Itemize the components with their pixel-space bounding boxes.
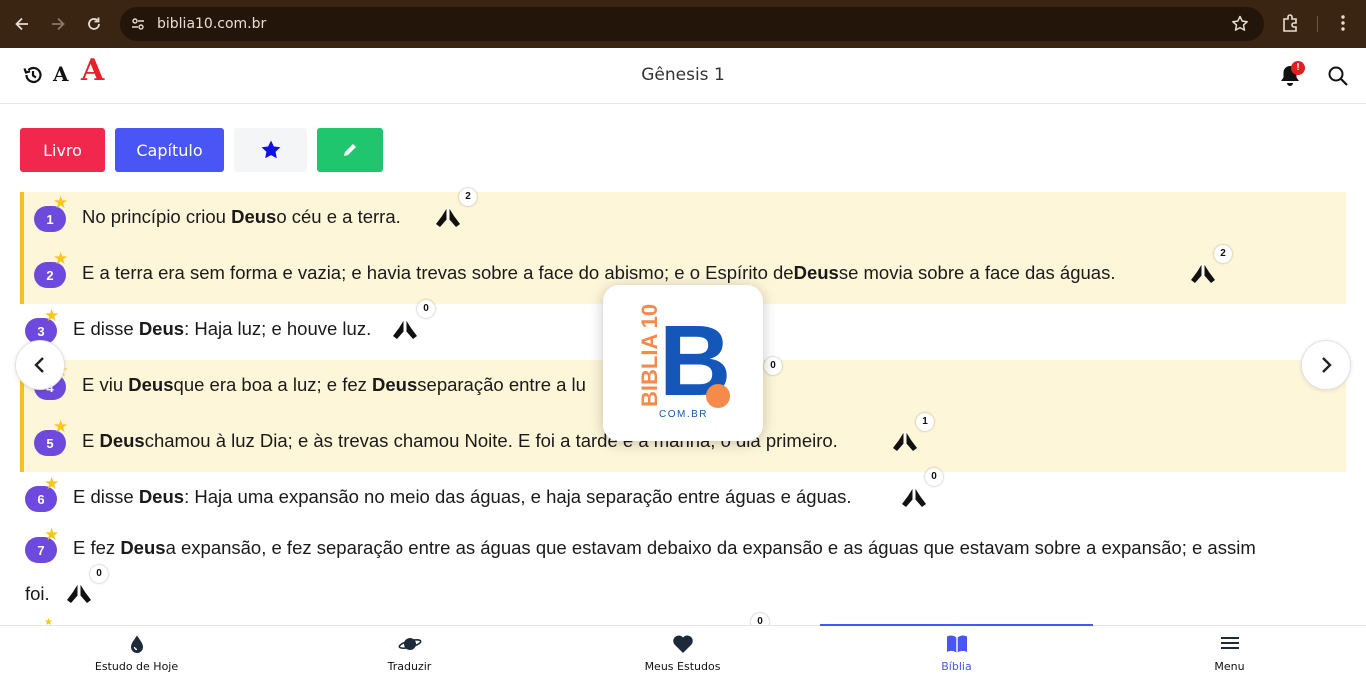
verse-bold-word: Deus: [793, 262, 839, 283]
verse-bold-word: Deus: [372, 374, 418, 395]
verse-star-icon: ★: [44, 525, 60, 544]
url-text: biblia10.com.br: [157, 16, 267, 32]
verse-text-part: que era boa a luz; e fez: [173, 374, 367, 395]
nav-label: Menu: [1214, 660, 1245, 673]
favorites-button[interactable]: [234, 128, 307, 172]
nav-label: Meus Estudos: [644, 660, 721, 673]
reaction-count: 0: [764, 357, 782, 375]
verse-text-part: a expansão, e fez separação entre as águ…: [165, 537, 1256, 558]
nav-estudo-de-hoje[interactable]: Estudo de Hoje: [0, 626, 273, 676]
page-title: Gênesis 1: [641, 65, 725, 85]
verse-text[interactable]: No princípio criou Deus o céu e a terra.: [82, 197, 401, 237]
verse-bold-word: Deus: [138, 318, 185, 339]
verse-bold-word: Deus: [231, 206, 277, 227]
praying-hands-icon[interactable]: [899, 484, 929, 510]
search-icon[interactable]: [1327, 65, 1349, 92]
reaction-count: 0: [925, 468, 943, 486]
extensions-icon[interactable]: [1280, 12, 1302, 39]
next-chapter-button[interactable]: [1301, 340, 1351, 390]
verse-bold-word: Deus: [99, 430, 145, 451]
verse-star-icon: ★: [44, 474, 60, 493]
verse-text-part: : Haja luz; e houve luz.: [184, 318, 372, 339]
verse-text-part: separação entre a lu: [417, 374, 586, 395]
planet-icon: [398, 638, 421, 650]
reload-icon[interactable]: [76, 6, 112, 42]
drop-icon: [130, 635, 143, 653]
nav-meus-estudos[interactable]: Meus Estudos: [546, 626, 819, 676]
hamburger-icon: [1220, 637, 1239, 649]
chevron-right-icon: [1322, 357, 1332, 373]
verse-text-part: E: [82, 430, 95, 451]
notification-badge: !: [1291, 61, 1305, 75]
nav-biblia[interactable]: Bíblia: [820, 626, 1093, 676]
verse-star-icon: ★: [44, 306, 60, 325]
biblia10-logo: BIBLIA 10 B COM.BR: [637, 304, 731, 420]
verse-text-part: E fez: [73, 537, 116, 558]
reaction-count: 0: [417, 300, 435, 318]
praying-hands-icon[interactable]: [390, 316, 420, 342]
verse-text-part: E a terra era sem forma e vazia; e havia…: [82, 262, 794, 283]
reaction-count: 2: [1214, 245, 1232, 263]
heart-icon: [672, 635, 693, 653]
nav-label: Estudo de Hoje: [94, 660, 179, 673]
forward-icon[interactable]: [40, 6, 76, 42]
bookmark-star-icon[interactable]: [1230, 14, 1250, 39]
praying-hands-icon[interactable]: [1188, 260, 1218, 286]
reaction-count: 0: [90, 565, 108, 583]
nav-menu[interactable]: Menu: [1093, 626, 1366, 676]
active-tab-indicator: [820, 624, 1093, 626]
verse-bold-word: Deus: [120, 537, 166, 558]
book-icon: [946, 635, 967, 653]
pencil-icon: [344, 144, 356, 156]
verse-text-part: E disse: [73, 318, 134, 339]
verse-text[interactable]: E disse Deus: Haja luz; e houve luz.: [73, 309, 371, 349]
verse-text[interactable]: E disse Deus: Haja uma expansão no meio …: [73, 477, 852, 517]
biblia10-logo-card: BIBLIA 10 B COM.BR: [603, 285, 763, 441]
verse-text[interactable]: E a terra era sem forma e vazia; e havia…: [82, 253, 1115, 293]
reaction-count: 2: [459, 188, 477, 206]
verse-text-part: o céu e a terra.: [276, 206, 401, 227]
reaction-count: 1: [916, 413, 934, 431]
verse-text-part: se movia sobre a face das águas.: [838, 262, 1116, 283]
toolbar-divider: [1317, 16, 1318, 32]
verse-text-part: E viu: [82, 374, 124, 395]
nav-label: Traduzir: [387, 660, 432, 673]
logo-domain-text: COM.BR: [659, 409, 708, 420]
verse-text[interactable]: E viu Deus que era boa a luz; e fez Deus…: [82, 365, 586, 405]
edit-button[interactable]: [317, 128, 383, 172]
back-icon[interactable]: [4, 6, 40, 42]
site-settings-icon[interactable]: [128, 14, 148, 34]
livro-button[interactable]: Livro: [20, 128, 105, 172]
verse-star-icon: ★: [53, 249, 69, 268]
verse-text[interactable]: E fez Deus a expansão, e fez separação e…: [73, 528, 1256, 568]
verse-bold-word: Deus: [128, 374, 174, 395]
verse-text-part: : Haja uma expansão no meio das águas, e…: [184, 486, 852, 507]
previous-chapter-button[interactable]: [15, 340, 65, 390]
praying-hands-icon[interactable]: [64, 580, 94, 606]
nav-traduzir[interactable]: Traduzir: [273, 626, 546, 676]
browser-toolbar: biblia10.com.br: [0, 0, 1366, 48]
star-icon: [261, 140, 280, 159]
praying-hands-icon[interactable]: [433, 204, 463, 230]
praying-hands-icon[interactable]: [890, 428, 920, 454]
browser-menu-icon[interactable]: [1332, 12, 1354, 39]
verse-bold-word: Deus: [138, 486, 185, 507]
address-bar[interactable]: biblia10.com.br: [120, 7, 1264, 41]
bottom-navigation: Estudo de Hoje Traduzir Meus Estudos Bíb…: [0, 625, 1366, 675]
verse-text-continuation[interactable]: foi.: [25, 574, 50, 614]
verse-star-icon: ★: [53, 417, 69, 436]
chevron-left-icon: [34, 357, 44, 373]
verse-text-part: No princípio criou: [82, 206, 226, 227]
capitulo-button[interactable]: Capítulo: [115, 128, 224, 172]
verse-text-part: E disse: [73, 486, 134, 507]
verse-star-icon: ★: [53, 193, 69, 212]
nav-label: Bíblia: [941, 660, 972, 673]
